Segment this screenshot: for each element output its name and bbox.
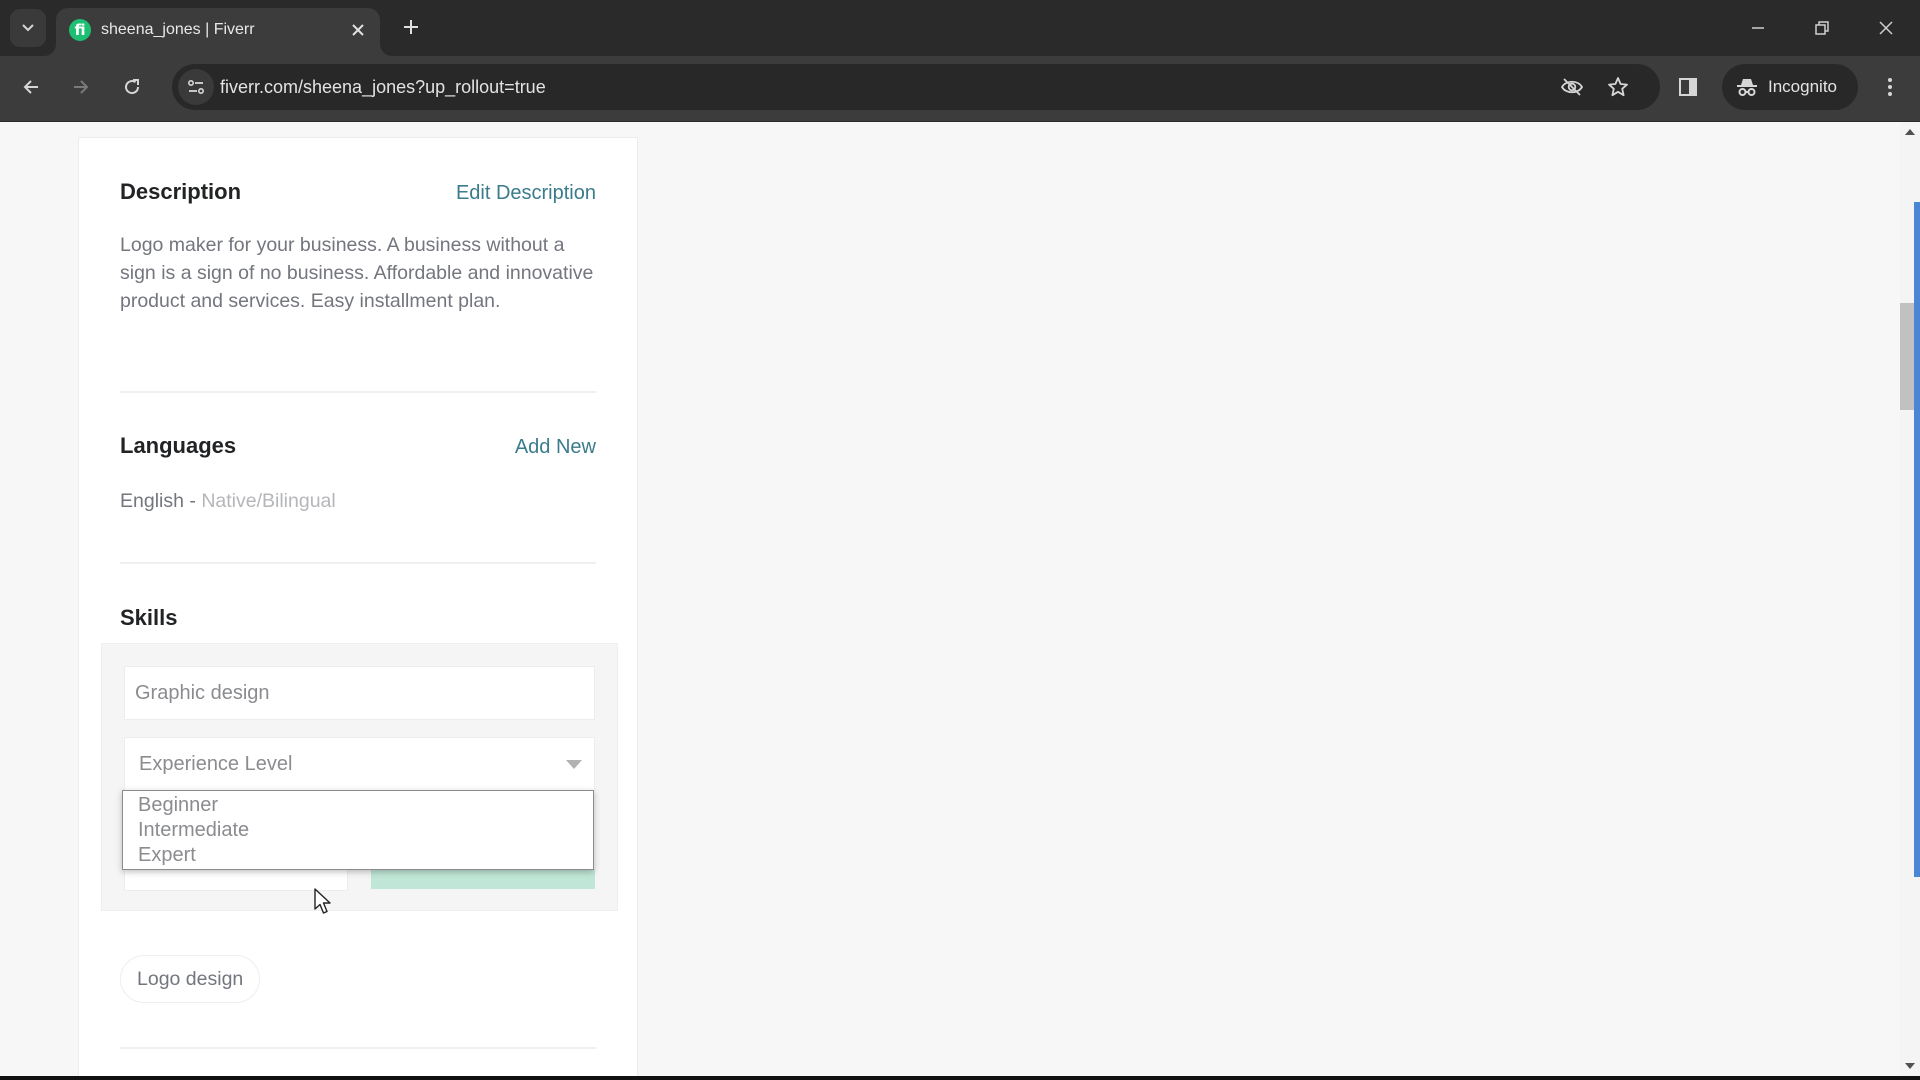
- skill-tag[interactable]: Logo design: [120, 955, 261, 1003]
- arrow-right-icon: [74, 80, 89, 94]
- divider: [120, 1047, 596, 1049]
- description-title: Description: [120, 179, 242, 204]
- tab-title: sheena_jones | Fiverr: [101, 21, 255, 38]
- tracking-protection-button[interactable]: [1560, 75, 1584, 99]
- close-window-button[interactable]: [1866, 8, 1906, 48]
- skills-header: Skills: [120, 605, 596, 631]
- page-content: Description Edit Description Logo maker …: [0, 122, 1900, 1076]
- side-panel-button[interactable]: [1672, 71, 1704, 103]
- arrow-left-icon: [23, 80, 38, 94]
- languages-title: Languages: [120, 433, 237, 458]
- scroll-up-arrow-icon[interactable]: [1905, 129, 1915, 135]
- experience-option-intermediate[interactable]: Intermediate: [138, 818, 593, 843]
- language-level: Native/Bilingual: [201, 490, 336, 512]
- close-icon: [1879, 21, 1893, 35]
- fiverr-icon: fi: [69, 19, 91, 41]
- divider: [120, 391, 596, 393]
- star-icon: [1608, 77, 1628, 97]
- browser-tab-strip: fi sheena_jones | Fiverr: [0, 0, 1920, 56]
- language-separator: -: [183, 490, 202, 512]
- skills-title: Skills: [120, 605, 178, 630]
- tune-icon: [187, 79, 205, 95]
- browser-toolbar: fiverr.com/sheena_jones?up_rollout=true …: [0, 56, 1920, 122]
- language-name: English: [120, 490, 184, 512]
- mouse-cursor-icon: [314, 888, 331, 914]
- forward-button[interactable]: [63, 69, 99, 105]
- restore-button[interactable]: [1802, 8, 1842, 48]
- scroll-down-arrow-icon[interactable]: [1905, 1063, 1915, 1069]
- close-icon: [352, 24, 364, 36]
- scrollbar-thumb[interactable]: [1900, 303, 1914, 410]
- incognito-badge[interactable]: Incognito: [1722, 64, 1858, 110]
- back-button[interactable]: [13, 69, 49, 105]
- chevron-down-icon: [22, 24, 34, 32]
- language-item: English - Native/Bilingual: [120, 490, 336, 513]
- eye-off-icon: [1560, 78, 1584, 96]
- experience-option-beginner[interactable]: Beginner: [138, 793, 593, 818]
- caret-down-icon: [566, 760, 582, 769]
- site-info-button[interactable]: [178, 69, 214, 105]
- experience-level-placeholder: Experience Level: [139, 753, 293, 775]
- reload-button[interactable]: [114, 69, 150, 105]
- description-header: Description Edit Description: [120, 179, 596, 205]
- scroll-accent-bar: [1914, 202, 1920, 877]
- tab-close-button[interactable]: [346, 18, 370, 42]
- incognito-label: Incognito: [1768, 77, 1837, 96]
- profile-info-card: Description Edit Description Logo maker …: [78, 137, 638, 1076]
- add-language-link[interactable]: Add New: [515, 436, 596, 459]
- address-bar[interactable]: fiverr.com/sheena_jones?up_rollout=true: [172, 64, 1660, 110]
- side-panel-icon: [1679, 78, 1697, 96]
- skill-input[interactable]: [124, 666, 595, 720]
- browser-tab-active[interactable]: fi sheena_jones | Fiverr: [56, 8, 380, 56]
- new-tab-button[interactable]: [398, 14, 424, 40]
- restore-icon: [1815, 21, 1829, 35]
- url-text[interactable]: fiverr.com/sheena_jones?up_rollout=true: [220, 77, 546, 98]
- edit-description-link[interactable]: Edit Description: [456, 182, 596, 205]
- languages-header: Languages Add New: [120, 433, 596, 459]
- add-skill-form: Experience Level: [101, 643, 618, 911]
- experience-option-expert[interactable]: Expert: [138, 843, 593, 868]
- kebab-menu-icon: [1888, 78, 1892, 96]
- description-text: Logo maker for your business. A business…: [120, 234, 594, 312]
- add-skill-button[interactable]: [371, 869, 595, 889]
- plus-icon: [404, 20, 418, 34]
- experience-level-dropdown: Beginner Intermediate Expert: [122, 790, 594, 870]
- reload-icon: [125, 79, 140, 95]
- screen-bottom-edge: [0, 1076, 1920, 1080]
- bookmark-button[interactable]: [1606, 75, 1630, 99]
- browser-menu-button[interactable]: [1874, 71, 1906, 103]
- minimize-button[interactable]: [1738, 8, 1778, 48]
- tab-search-button[interactable]: [10, 9, 46, 47]
- experience-level-select[interactable]: Experience Level: [124, 737, 595, 791]
- minimize-icon: [1752, 27, 1764, 29]
- divider: [120, 562, 596, 564]
- page-scrollbar[interactable]: [1900, 122, 1920, 1076]
- incognito-icon: [1737, 79, 1757, 96]
